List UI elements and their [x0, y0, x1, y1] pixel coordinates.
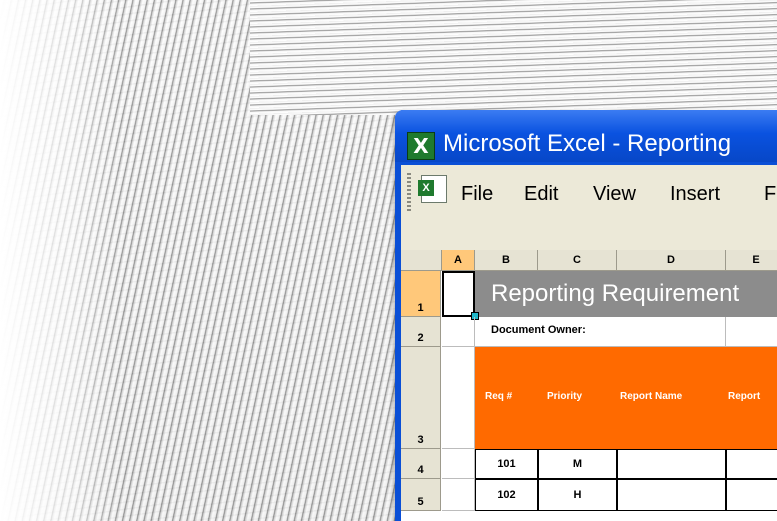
column-header-a[interactable]: A — [442, 250, 475, 270]
row-header-3[interactable]: 3 — [401, 347, 441, 449]
window-title: Microsoft Excel - Reporting — [443, 130, 732, 157]
toolbar-grip[interactable] — [407, 173, 411, 213]
cell-req-101[interactable]: 101 — [475, 449, 538, 479]
column-header-d[interactable]: D — [617, 250, 726, 270]
menu-format[interactable]: F — [764, 183, 776, 206]
column-header-c[interactable]: C — [538, 250, 617, 270]
cell-req-102[interactable]: 102 — [475, 479, 538, 511]
cell-d4[interactable] — [617, 449, 726, 479]
cell-a5[interactable] — [442, 479, 475, 511]
cell-e5[interactable] — [726, 479, 777, 511]
cell-priority-h[interactable]: H — [538, 479, 617, 511]
menu-view[interactable]: View — [593, 183, 636, 206]
paper-stack-top — [250, 0, 777, 115]
header-report-name[interactable]: Report Name — [620, 391, 682, 402]
excel-app-icon[interactable]: X — [407, 132, 435, 160]
row-header-4[interactable]: 4 — [401, 449, 441, 479]
row-header-1[interactable]: 1 — [401, 271, 441, 317]
cell-d5[interactable] — [617, 479, 726, 511]
header-priority[interactable]: Priority — [547, 391, 582, 402]
active-cell-a1[interactable] — [442, 271, 475, 317]
paper-fade — [0, 0, 120, 521]
column-header-b[interactable]: B — [475, 250, 538, 270]
cell-priority-m[interactable]: M — [538, 449, 617, 479]
header-req-number[interactable]: Req # — [485, 391, 512, 402]
workbook-icon[interactable]: X — [418, 175, 447, 203]
menu-file[interactable]: File — [461, 183, 493, 206]
select-all-corner[interactable] — [401, 250, 442, 270]
column-header-e[interactable]: E — [726, 250, 777, 270]
cell-a3[interactable] — [442, 347, 475, 449]
cell-e2[interactable] — [726, 317, 777, 347]
cell-e4[interactable] — [726, 449, 777, 479]
row-header-5[interactable]: 5 — [401, 479, 441, 511]
column-header-row: A B C D E — [401, 250, 777, 271]
table-header-band: Req # Priority Report Name Report — [475, 347, 777, 449]
spreadsheet-grid[interactable]: A B C D E 1 2 3 4 5 Reporting Requiremen… — [401, 250, 777, 521]
title-bar[interactable]: X Microsoft Excel - Reporting — [395, 110, 777, 162]
cell-a4[interactable] — [442, 449, 475, 479]
document-owner-label: Document Owner: — [491, 324, 586, 336]
menu-bar: X File Edit View Insert F — [401, 165, 777, 250]
menu-insert[interactable]: Insert — [670, 183, 720, 206]
row-header-2[interactable]: 2 — [401, 317, 441, 347]
excel-window: X Microsoft Excel - Reporting X File Edi… — [395, 110, 777, 521]
sheet-title-cell[interactable]: Reporting Requirement — [475, 271, 777, 317]
header-report[interactable]: Report — [728, 391, 760, 402]
menu-edit[interactable]: Edit — [524, 183, 558, 206]
cell-a2[interactable] — [442, 317, 475, 347]
